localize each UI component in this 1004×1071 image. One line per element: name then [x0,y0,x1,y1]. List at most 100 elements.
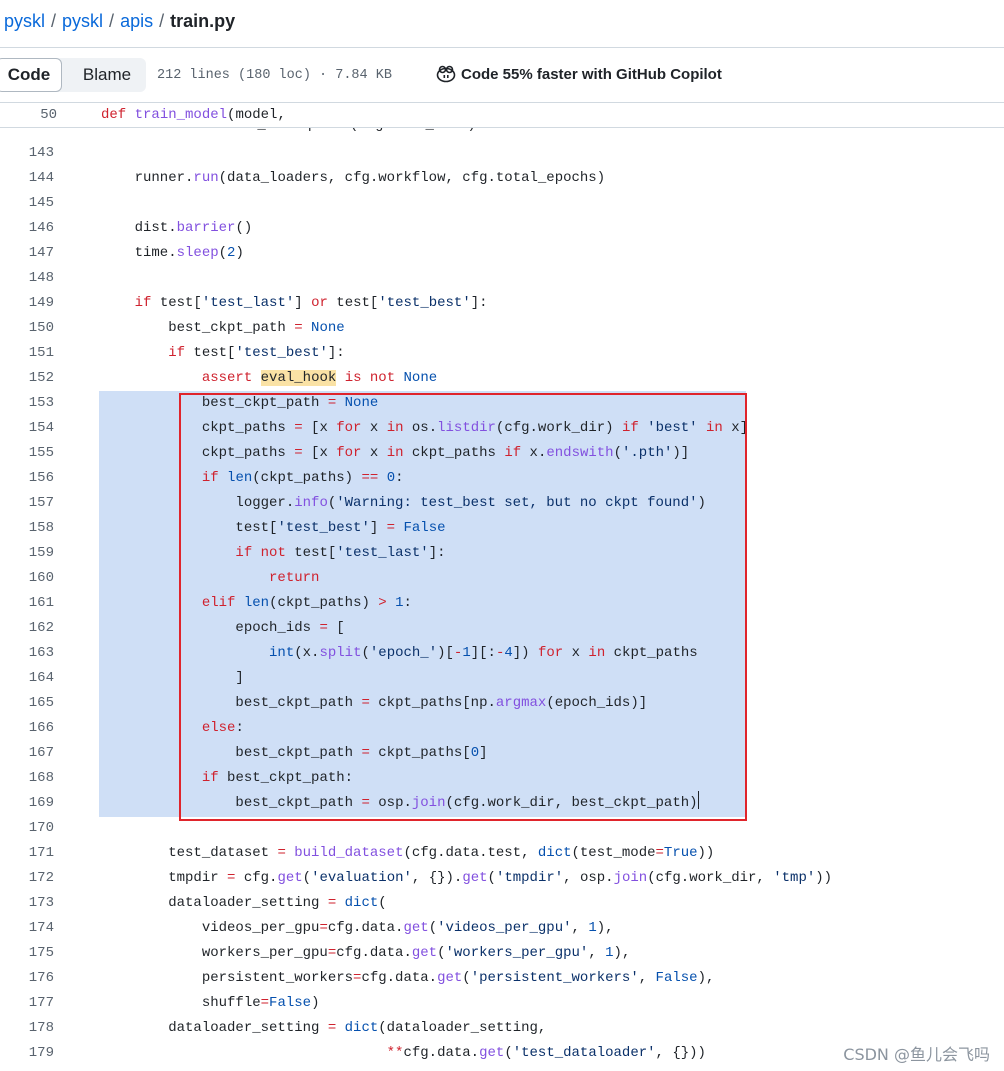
line-number[interactable]: 171 [0,841,54,866]
line-number[interactable]: 177 [0,991,54,1016]
code-row: 164 ] [0,666,1004,691]
line-number[interactable]: 154 [0,416,54,441]
line-number[interactable]: 168 [0,766,54,791]
code-tab-button[interactable]: Code [0,58,62,92]
line-number[interactable]: 176 [0,966,54,991]
code-row: 156 if len(ckpt_paths) == 0: [0,466,1004,491]
text-cursor [697,791,699,809]
code-line: int(x.split('epoch_')[-1][:-4]) for x in… [269,645,698,661]
line-number[interactable]: 155 [0,441,54,466]
line-number[interactable]: 159 [0,541,54,566]
line-number[interactable]: 163 [0,641,54,666]
line-number[interactable]: 161 [0,591,54,616]
code-row: 174 videos_per_gpu=cfg.data.get('videos_… [0,916,1004,941]
breadcrumb-separator: / [51,11,57,31]
code-row: 144 runner.run(data_loaders, cfg.workflo… [0,166,1004,191]
file-toolbar: Code Blame 212 lines (180 loc) · 7.84 KB… [0,47,1004,103]
code-row: 145 [0,191,1004,216]
code-row: 177 shuffle=False) [0,991,1004,1016]
code-row: 176 persistent_workers=cfg.data.get('per… [0,966,1004,991]
line-number[interactable]: 144 [0,166,54,191]
line-number[interactable]: 157 [0,491,54,516]
line-number[interactable]: 175 [0,941,54,966]
line-number[interactable]: 143 [0,141,54,166]
code-line: else: [201,720,244,736]
line-number[interactable]: 178 [0,1016,54,1041]
code-row: 159 if not test['test_last']: [0,541,1004,566]
code-row: 150 best_ckpt_path = None [0,316,1004,341]
line-number[interactable]: 160 [0,566,54,591]
code-line: time.sleep(2) [101,245,244,261]
code-line: return [269,570,320,586]
line-number[interactable]: 173 [0,891,54,916]
code-row: 148 [0,266,1004,291]
sticky-line-number: 50 [40,107,57,123]
line-number[interactable]: 147 [0,241,54,266]
breadcrumb: pyskl / pyskl / apis / train.py [4,9,235,33]
line-number[interactable]: 165 [0,691,54,716]
line-number[interactable]: 149 [0,291,54,316]
line-number[interactable]: 156 [0,466,54,491]
code-line: if best_ckpt_path: [201,770,354,786]
code-row: 149 if test['test_last'] or test['test_b… [0,291,1004,316]
code-row: 163 int(x.split('epoch_')[-1][:-4]) for … [0,641,1004,666]
code-row: 168 if best_ckpt_path: [0,766,1004,791]
code-line: if not test['test_last']: [235,545,446,561]
copilot-icon [436,65,456,83]
line-number[interactable]: 179 [0,1041,54,1066]
line-number[interactable]: 170 [0,816,54,841]
code-line: elif len(ckpt_paths) > 1: [201,595,412,611]
code-line: best_ckpt_path = None [101,395,379,411]
line-number[interactable]: 146 [0,216,54,241]
code-row: 178 dataloader_setting = dict(dataloader… [0,1016,1004,1041]
code-line: dataloader_setting = dict(dataloader_set… [101,1020,547,1036]
blame-tab-button[interactable]: Blame [68,58,146,92]
code-line: shuffle=False) [101,995,320,1011]
code-line: runner.run(data_loaders, cfg.workflow, c… [101,170,606,186]
code-line: best_ckpt_path = None [101,320,345,336]
breadcrumb-link-repo-owner[interactable]: pyskl [4,11,45,31]
line-number[interactable]: 174 [0,916,54,941]
code-line: test['test_best'] = False [101,520,446,536]
code-line: test_dataset = build_dataset(cfg.data.te… [101,845,715,861]
breadcrumb-link-apis[interactable]: apis [120,11,153,31]
code-line: best_ckpt_path = osp.join(cfg.work_dir, … [101,791,699,816]
copilot-promo-text: Code 55% faster with GitHub Copilot [461,66,722,83]
code-line: best_ckpt_path = ckpt_paths[0] [101,745,488,761]
code-line: epoch_ids = [ [101,620,345,636]
breadcrumb-current-file: train.py [170,11,236,31]
line-number[interactable]: 164 [0,666,54,691]
breadcrumb-separator: / [109,11,115,31]
line-number[interactable]: 169 [0,791,54,816]
code-row: 167 best_ckpt_path = ckpt_paths[0] [0,741,1004,766]
code-line: if len(ckpt_paths) == 0: [201,470,404,486]
line-number[interactable]: 153 [0,391,54,416]
line-number[interactable]: 152 [0,366,54,391]
code-row: 157 logger.info('Warning: test_best set,… [0,491,1004,516]
copilot-promo-link[interactable]: Code 55% faster with GitHub Copilot [436,64,722,86]
line-number[interactable]: 151 [0,341,54,366]
breadcrumb-separator: / [159,11,165,31]
code-row: 160 return [0,566,1004,591]
line-number[interactable]: 158 [0,516,54,541]
code-row: 175 workers_per_gpu=cfg.data.get('worker… [0,941,1004,966]
code-line: workers_per_gpu=cfg.data.get('workers_pe… [101,945,631,961]
line-number[interactable]: 162 [0,616,54,641]
line-number[interactable]: 145 [0,191,54,216]
line-number[interactable]: 148 [0,266,54,291]
line-number[interactable]: 166 [0,716,54,741]
code-line: ckpt_paths = [x for x in os.listdir(cfg.… [101,420,749,436]
code-row: 153 best_ckpt_path = None [0,391,1004,416]
code-line: videos_per_gpu=cfg.data.get('videos_per_… [101,920,614,936]
code-row: 147 time.sleep(2) [0,241,1004,266]
sticky-scope-header[interactable]: 50 def train_model(model, [0,103,1004,128]
code-row: 169 best_ckpt_path = osp.join(cfg.work_d… [0,791,1004,816]
line-number[interactable]: 172 [0,866,54,891]
line-number[interactable]: 150 [0,316,54,341]
code-row: 165 best_ckpt_path = ckpt_paths[np.argma… [0,691,1004,716]
code-row: 173 dataloader_setting = dict( [0,891,1004,916]
breadcrumb-link-pyskl[interactable]: pyskl [62,11,103,31]
code-view[interactable]: 143 144 runner.run(data_loaders, cfg.work… [0,141,1004,1066]
line-number[interactable]: 167 [0,741,54,766]
code-row: 143 [0,141,1004,166]
